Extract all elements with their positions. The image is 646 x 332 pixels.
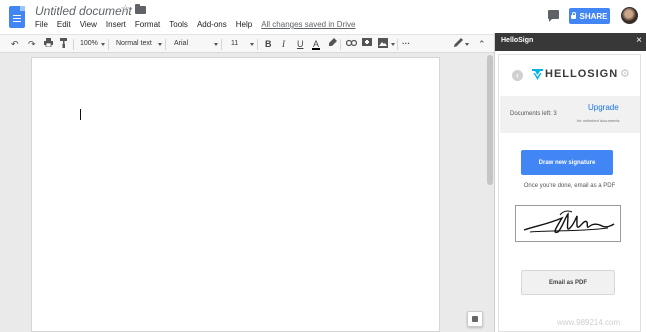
menu-file[interactable]: File: [35, 20, 48, 29]
link-icon[interactable]: [345, 38, 358, 50]
comment-add-icon[interactable]: [362, 38, 372, 51]
redo-icon[interactable]: ↷: [28, 38, 36, 50]
toolbar: ↶ ↷ 100% Normal text Arial 11 B I U A ··…: [0, 34, 494, 53]
more-button[interactable]: ···: [402, 38, 410, 50]
style-select[interactable]: Normal text: [116, 39, 152, 49]
avatar[interactable]: [621, 7, 638, 24]
zoom-select[interactable]: 100%: [80, 39, 98, 49]
header: Untitled document ☆ File Edit View Inser…: [0, 0, 646, 34]
close-icon[interactable]: ×: [636, 35, 642, 47]
menu-edit[interactable]: Edit: [57, 20, 71, 29]
back-icon[interactable]: ‹: [512, 70, 523, 81]
font-size-select[interactable]: 11: [231, 39, 238, 49]
watermark: www.989214.com: [557, 318, 621, 327]
hellosign-logo-text: HELLOSIGN: [545, 68, 619, 80]
menu-format[interactable]: Format: [135, 20, 160, 29]
comment-icon[interactable]: [548, 10, 559, 22]
star-icon[interactable]: ☆: [120, 2, 131, 16]
menu-add-ons[interactable]: Add-ons: [197, 20, 227, 29]
menu-view[interactable]: View: [80, 20, 97, 29]
document-page[interactable]: [31, 57, 440, 332]
print-icon[interactable]: [44, 38, 53, 50]
share-button[interactable]: SHARE: [569, 8, 610, 24]
explore-icon[interactable]: [467, 311, 483, 327]
hellosign-sidebar: HelloSign × ‹ HELLOSIGN ⚙ Documents left…: [494, 33, 646, 332]
signature-preview[interactable]: [515, 205, 621, 242]
font-select[interactable]: Arial: [174, 39, 188, 49]
collapse-icon[interactable]: ⌃: [478, 38, 486, 50]
settings-icon[interactable]: ⚙: [620, 68, 630, 80]
pen-icon[interactable]: [454, 38, 463, 50]
sidebar-title: HelloSign: [501, 37, 534, 44]
email-hint: Once you're done, email as a PDF: [523, 183, 616, 189]
image-icon[interactable]: [378, 38, 388, 51]
vertical-scrollbar[interactable]: [487, 55, 493, 185]
docs-logo-icon[interactable]: [9, 6, 25, 28]
draw-signature-button[interactable]: Draw new signature: [521, 150, 613, 175]
paint-format-icon[interactable]: [60, 38, 68, 51]
menu-tools[interactable]: Tools: [169, 20, 188, 29]
upgrade-subtext: for unlimited documents: [577, 118, 620, 123]
menu-bar: File Edit View Insert Format Tools Add-o…: [35, 20, 364, 29]
italic-button[interactable]: I: [282, 38, 285, 50]
email-pdf-button[interactable]: Email as PDF: [521, 270, 615, 295]
sidebar-header: HelloSign ×: [495, 33, 646, 51]
text-cursor: [80, 109, 81, 120]
folder-icon[interactable]: [135, 4, 146, 14]
menu-insert[interactable]: Insert: [106, 20, 126, 29]
text-color-swatch: [312, 48, 320, 50]
quota-panel: Documents left: 3 Upgrade for unlimited …: [500, 96, 640, 133]
upgrade-link[interactable]: Upgrade: [588, 103, 619, 112]
share-label: SHARE: [579, 11, 608, 21]
save-status-link[interactable]: All changes saved in Drive: [261, 20, 355, 29]
documents-left: Documents left: 3: [510, 111, 557, 117]
undo-icon[interactable]: ↶: [11, 38, 19, 50]
lock-icon: [571, 12, 577, 19]
bold-button[interactable]: B: [265, 38, 272, 50]
hellosign-logo-icon: [532, 69, 543, 80]
menu-help[interactable]: Help: [236, 20, 252, 29]
document-canvas: [0, 53, 494, 332]
document-title[interactable]: Untitled document: [35, 4, 132, 18]
underline-button[interactable]: U: [297, 38, 304, 50]
sidebar-body: ‹ HELLOSIGN ⚙ Documents left: 3 Upgrade …: [498, 54, 641, 332]
highlight-icon[interactable]: [329, 38, 337, 51]
